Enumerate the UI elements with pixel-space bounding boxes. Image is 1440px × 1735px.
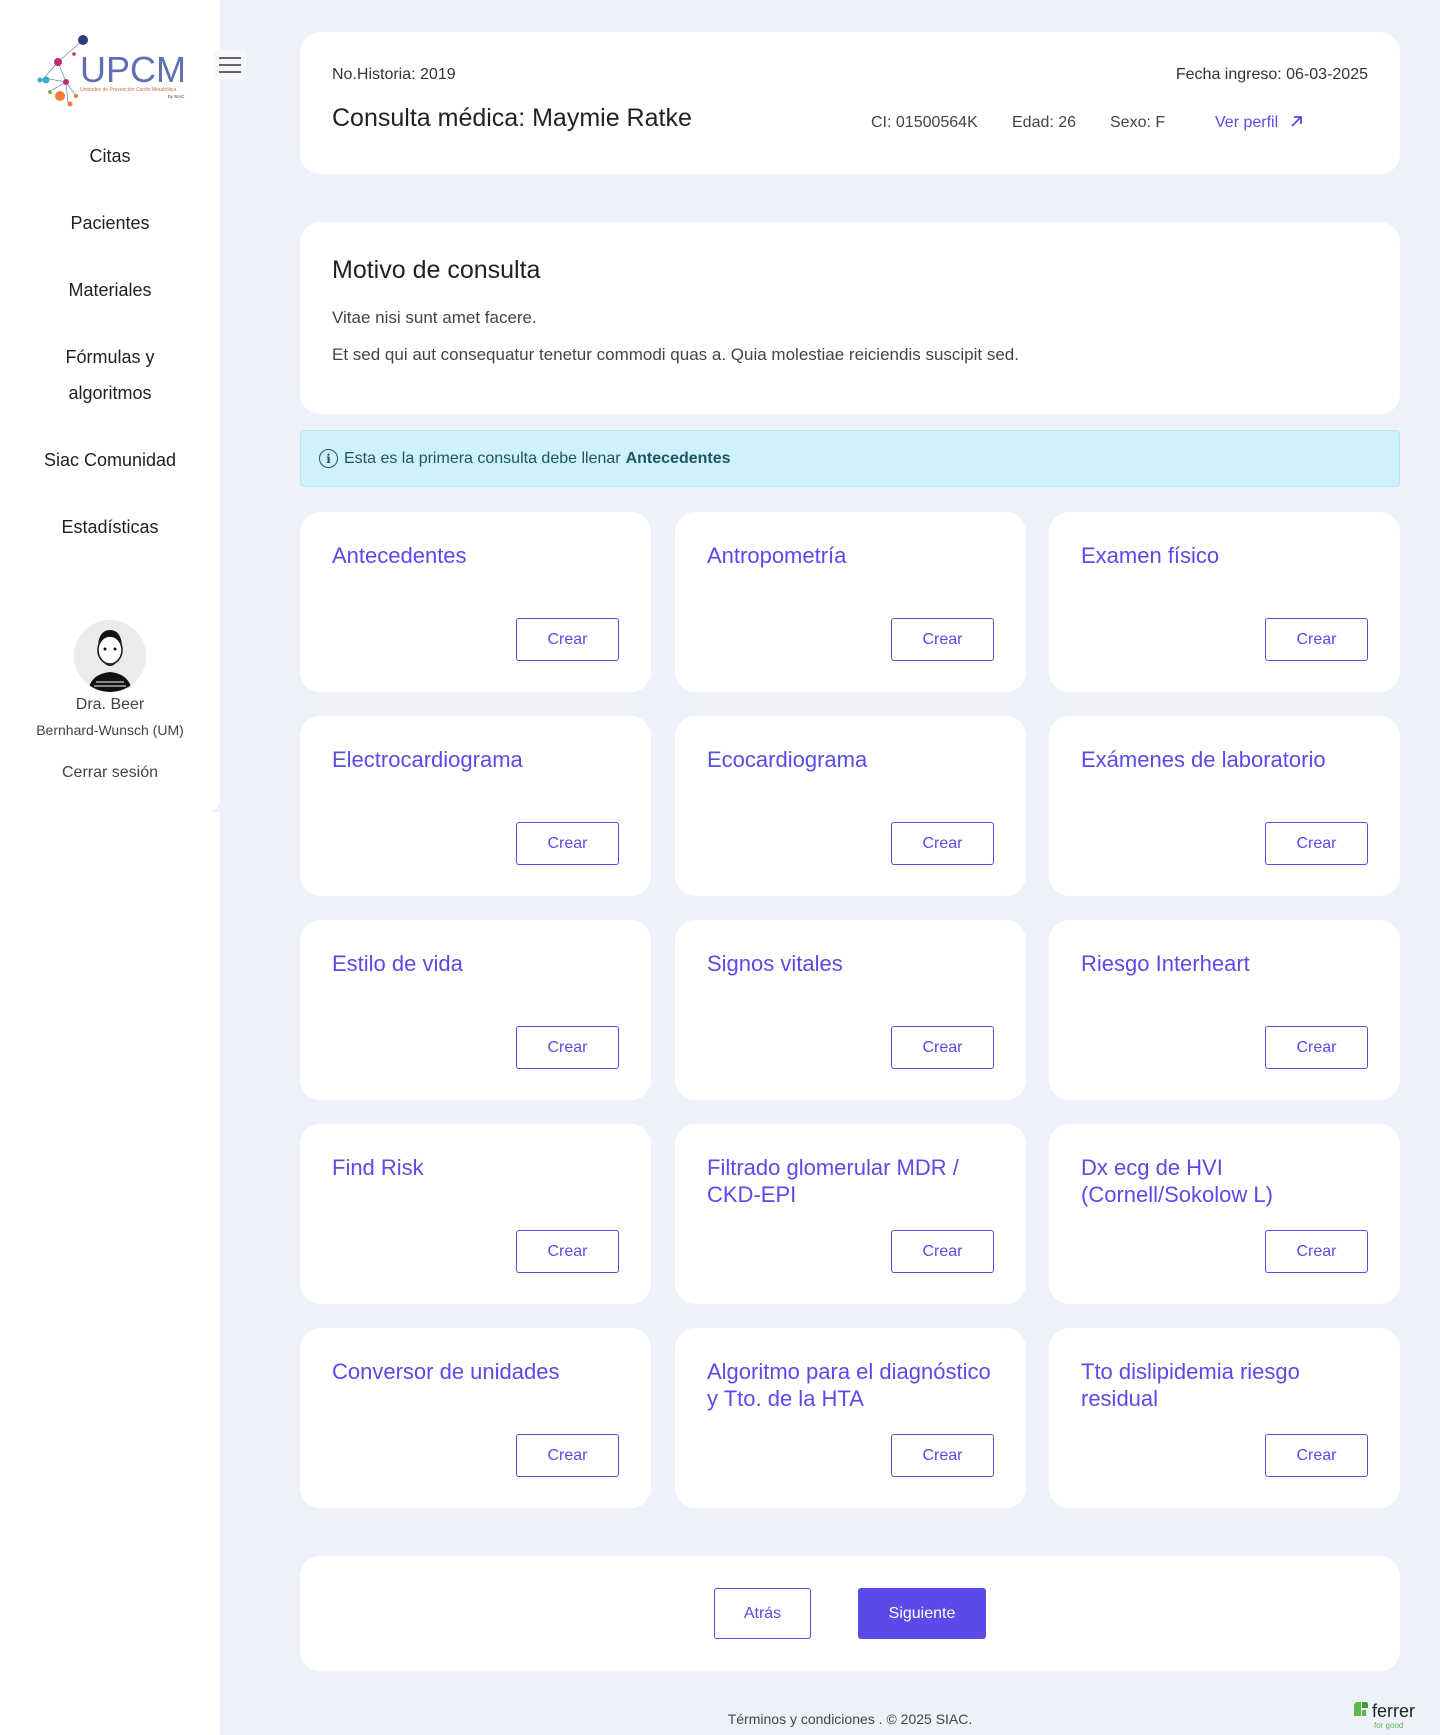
create-button[interactable]: Crear: [891, 1230, 994, 1273]
back-button[interactable]: Atrás: [714, 1588, 811, 1639]
svg-text:UPCM: UPCM: [80, 49, 186, 90]
create-button[interactable]: Crear: [516, 1026, 619, 1069]
sidebar-item-siac-comunidad[interactable]: Siac Comunidad: [0, 442, 220, 478]
module-title: Filtrado glomerular MDR / CKD-EPI: [707, 1155, 959, 1207]
sidebar-item-formulas[interactable]: Fórmulas y algoritmos: [50, 339, 170, 411]
admission-date: Fecha ingreso: 06-03-2025: [1175, 66, 1368, 83]
navigation-footer: Atrás Siguiente: [300, 1556, 1400, 1671]
patient-ci: CI: 01500564K: [871, 114, 978, 131]
svg-text:ferrer: ferrer: [1372, 1701, 1415, 1721]
external-arrow-icon: [1290, 116, 1302, 127]
module-card: Electrocardiograma Crear: [300, 716, 651, 896]
module-title: Ecocardiograma: [707, 747, 868, 772]
terms-footer[interactable]: Términos y condiciones . © 2025 SIAC.: [300, 1711, 1400, 1727]
next-button[interactable]: Siguiente: [858, 1588, 986, 1639]
create-button[interactable]: Crear: [1265, 1434, 1368, 1477]
module-title: Algoritmo para el diagnóstico y Tto. de …: [707, 1359, 991, 1411]
module-card: Riesgo Interheart Crear: [1049, 920, 1400, 1100]
module-card: Signos vitales Crear: [675, 920, 1026, 1100]
module-title: Estilo de vida: [332, 951, 463, 976]
module-card: Estilo de vida Crear: [300, 920, 651, 1100]
create-button[interactable]: Crear: [1265, 1230, 1368, 1273]
create-button[interactable]: Crear: [1265, 822, 1368, 865]
create-button[interactable]: Crear: [516, 822, 619, 865]
upcm-logo[interactable]: UPCM Unidades de Prevención Cardio Metab…: [36, 30, 186, 112]
ferrer-logo: ferrer for good: [1352, 1700, 1428, 1732]
create-button[interactable]: Crear: [1265, 1026, 1368, 1069]
sidebar-item-estadisticas[interactable]: Estadísticas: [0, 509, 220, 545]
svg-text:Unidades de Prevención Cardio: Unidades de Prevención Cardio Metabólica: [80, 87, 176, 93]
module-title: Signos vitales: [707, 951, 843, 976]
module-title: Tto dislipidemia riesgo residual: [1081, 1359, 1300, 1411]
reason-detail-text: Et sed qui aut consequatur tenetur commo…: [332, 345, 1019, 364]
logout-link[interactable]: Cerrar sesión: [0, 764, 220, 782]
module-card: Find Risk Crear: [300, 1124, 651, 1304]
reason-text: Vitae nisi sunt amet facere.: [332, 308, 537, 327]
hamburger-icon: [219, 57, 241, 59]
patient-header-card: No.Historia: 2019 Fecha ingreso: 06-03-2…: [300, 32, 1400, 174]
module-card: Antropometría Crear: [675, 512, 1026, 692]
module-title: Dx ecg de HVI (Cornell/Sokolow L): [1081, 1155, 1273, 1207]
svg-text:by SIAC: by SIAC: [168, 94, 185, 99]
module-card: Dx ecg de HVI (Cornell/Sokolow L) Crear: [1049, 1124, 1400, 1304]
create-button[interactable]: Crear: [516, 1434, 619, 1477]
avatar[interactable]: [74, 620, 146, 692]
module-card: Exámenes de laboratorio Crear: [1049, 716, 1400, 896]
create-button[interactable]: Crear: [891, 1434, 994, 1477]
sidebar-item-pacientes[interactable]: Pacientes: [0, 205, 220, 241]
module-title: Conversor de unidades: [332, 1359, 560, 1384]
user-organization: Bernhard-Wunsch (UM): [36, 722, 184, 738]
user-name: Dra. Beer: [75, 696, 145, 713]
logo-dot: [78, 35, 88, 45]
menu-toggle-button[interactable]: [214, 50, 246, 80]
sidebar-nav: Citas Pacientes Materiales Fórmulas y al…: [0, 138, 220, 545]
create-button[interactable]: Crear: [891, 1026, 994, 1069]
historia-number: No.Historia: 2019: [332, 66, 456, 83]
module-title: Find Risk: [332, 1155, 424, 1180]
module-title: Antropometría: [707, 543, 847, 568]
create-button[interactable]: Crear: [516, 618, 619, 661]
user-profile: Dra. Beer Bernhard-Wunsch (UM) Cerrar se…: [0, 620, 220, 782]
module-card: Conversor de unidades Crear: [300, 1328, 651, 1508]
create-button[interactable]: Crear: [891, 822, 994, 865]
patient-sex: Sexo: F: [1110, 114, 1166, 131]
create-button[interactable]: Crear: [516, 1230, 619, 1273]
svg-text:for good: for good: [1374, 1721, 1403, 1730]
view-profile-link[interactable]: Ver perfil: [1215, 114, 1303, 132]
info-alert: i Esta es la primera consulta debe llena…: [300, 430, 1400, 487]
page-title: Consulta médica: Maymie Ratke: [332, 104, 692, 132]
module-title: Examen físico: [1081, 543, 1220, 568]
sidebar-item-materiales[interactable]: Materiales: [0, 272, 220, 308]
sidebar-item-citas[interactable]: Citas: [0, 138, 220, 174]
module-card: Algoritmo para el diagnóstico y Tto. de …: [675, 1328, 1026, 1508]
module-card: Antecedentes Crear: [300, 512, 651, 692]
info-icon: i: [319, 449, 338, 468]
module-card: Examen físico Crear: [1049, 512, 1400, 692]
module-title: Exámenes de laboratorio: [1081, 747, 1326, 772]
create-button[interactable]: Crear: [891, 618, 994, 661]
sidebar-lower: [0, 812, 220, 1735]
module-title: Antecedentes: [332, 543, 467, 568]
module-title: Electrocardiograma: [332, 747, 523, 772]
create-button[interactable]: Crear: [1265, 618, 1368, 661]
reason-for-visit-card: Motivo de consulta Vitae nisi sunt amet …: [300, 222, 1400, 414]
section-title: Motivo de consulta: [332, 256, 541, 284]
module-card: Ecocardiograma Crear: [675, 716, 1026, 896]
patient-age: Edad: 26: [1012, 114, 1077, 131]
module-card: Tto dislipidemia riesgo residual Crear: [1049, 1328, 1400, 1508]
module-card: Filtrado glomerular MDR / CKD-EPI Crear: [675, 1124, 1026, 1304]
module-title: Riesgo Interheart: [1081, 951, 1250, 976]
